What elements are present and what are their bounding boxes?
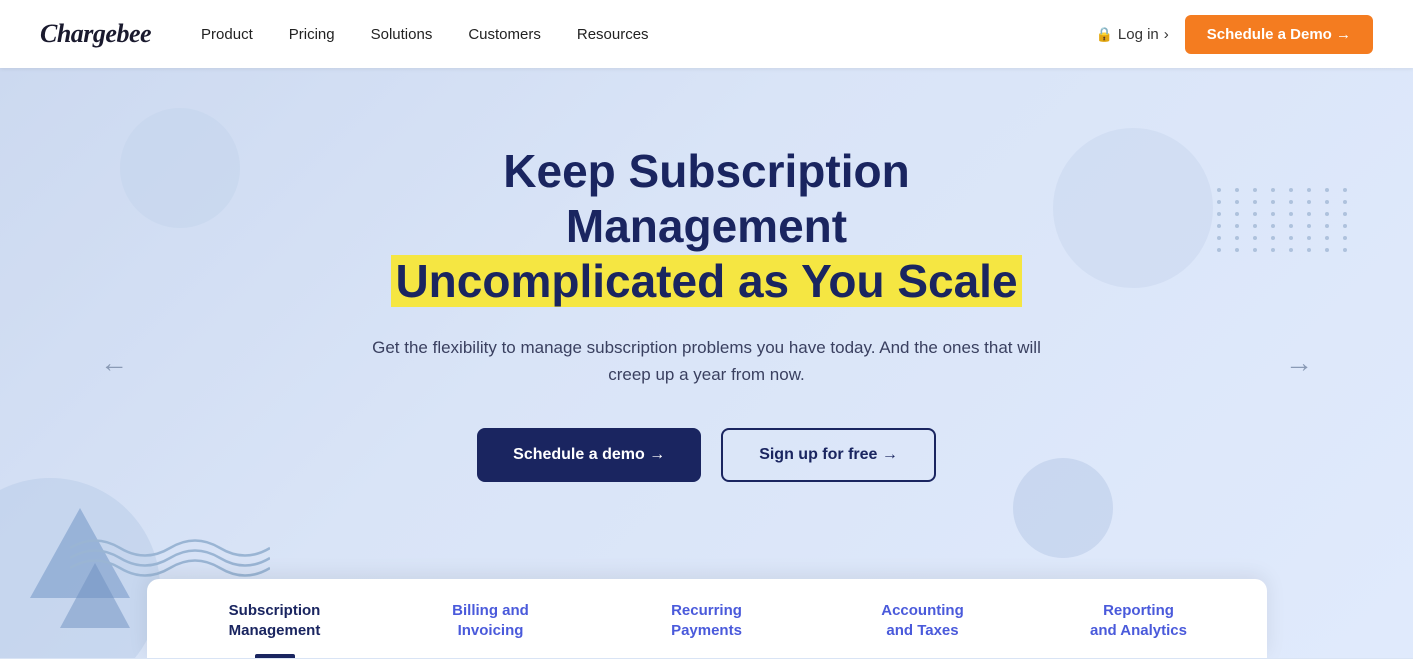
tab-accounting-taxes-label: Accountingand Taxes xyxy=(835,601,1011,640)
login-button[interactable]: 🔒 Log in › xyxy=(1095,26,1168,43)
tab-billing-invoicing-label: Billing andInvoicing xyxy=(403,601,579,640)
schedule-demo-button[interactable]: Schedule a demo → xyxy=(477,428,701,482)
schedule-demo-nav-button[interactable]: Schedule a Demo → xyxy=(1185,15,1373,54)
prev-arrow[interactable]: ← xyxy=(100,347,128,379)
logo[interactable]: Chargebee xyxy=(40,19,151,49)
login-arrow: › xyxy=(1164,26,1169,43)
deco-circle-2 xyxy=(120,108,240,228)
next-arrow[interactable]: → xyxy=(1285,347,1313,379)
tab-subscription-management[interactable]: SubscriptionManagement xyxy=(167,579,383,658)
deco-wave xyxy=(70,538,270,578)
signup-button[interactable]: Sign up for free → xyxy=(721,428,936,482)
hero-section: // Generate 48 dots for(let i=0;i<48;i++… xyxy=(0,68,1413,658)
bottom-tabs: SubscriptionManagement Billing andInvoic… xyxy=(147,579,1267,658)
nav-item-customers[interactable]: Customers xyxy=(468,26,541,43)
tab-reporting-analytics[interactable]: Reportingand Analytics xyxy=(1031,579,1247,658)
deco-dots: // Generate 48 dots for(let i=0;i<48;i++… xyxy=(1217,188,1353,252)
nav-item-resources[interactable]: Resources xyxy=(577,26,649,43)
nav-links: Product Pricing Solutions Customers Reso… xyxy=(201,26,1095,43)
hero-buttons: Schedule a demo → Sign up for free → xyxy=(357,428,1057,482)
tab-subscription-management-label: SubscriptionManagement xyxy=(187,601,363,640)
hero-title: Keep Subscription Management Uncomplicat… xyxy=(357,144,1057,310)
tab-accounting-taxes[interactable]: Accountingand Taxes xyxy=(815,579,1031,658)
tab-recurring-payments-label: RecurringPayments xyxy=(619,601,795,640)
hero-title-line2: Uncomplicated as You Scale xyxy=(391,255,1021,307)
tab-recurring-payments[interactable]: RecurringPayments xyxy=(599,579,815,658)
nav-item-product[interactable]: Product xyxy=(201,26,253,43)
deco-circle-right xyxy=(1053,128,1213,288)
hero-subtitle: Get the flexibility to manage subscripti… xyxy=(357,334,1057,388)
nav-item-pricing[interactable]: Pricing xyxy=(289,26,335,43)
navbar: Chargebee Product Pricing Solutions Cust… xyxy=(0,0,1413,68)
nav-item-solutions[interactable]: Solutions xyxy=(371,26,433,43)
hero-title-line1: Keep Subscription Management xyxy=(503,145,909,252)
nav-right: 🔒 Log in › Schedule a Demo → xyxy=(1095,15,1373,54)
lock-icon: 🔒 xyxy=(1095,26,1112,43)
login-label: Log in xyxy=(1118,26,1159,43)
tab-billing-invoicing[interactable]: Billing andInvoicing xyxy=(383,579,599,658)
tab-reporting-analytics-label: Reportingand Analytics xyxy=(1051,601,1227,640)
hero-content: Keep Subscription Management Uncomplicat… xyxy=(357,144,1057,482)
